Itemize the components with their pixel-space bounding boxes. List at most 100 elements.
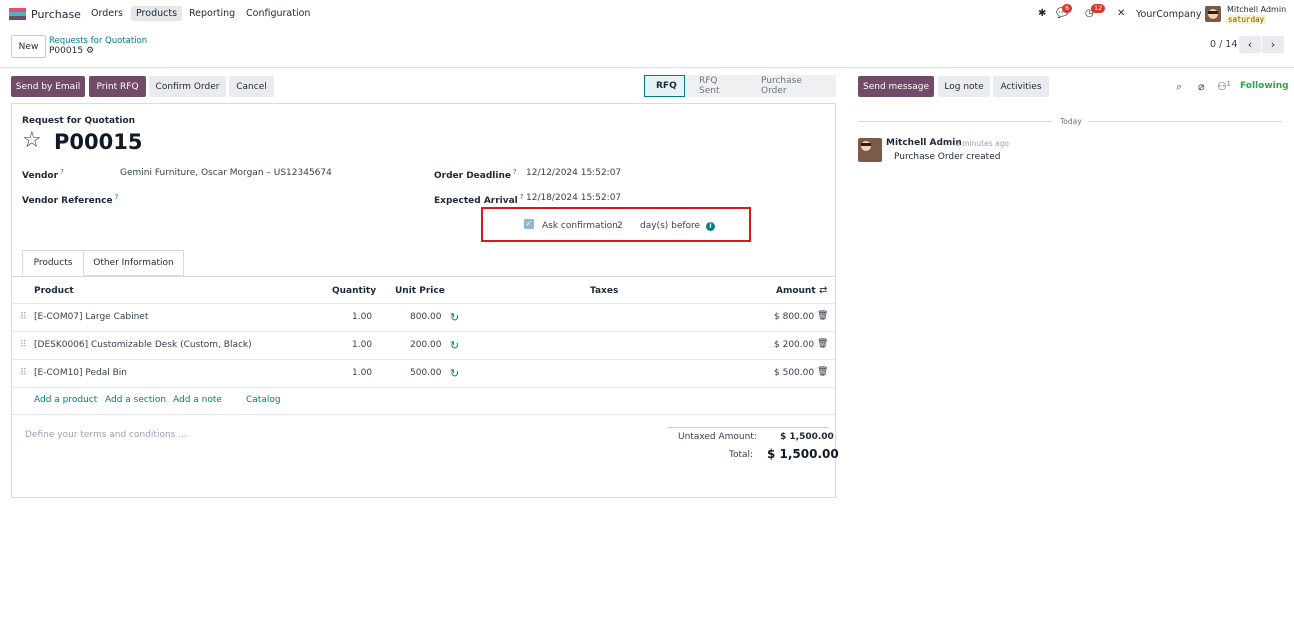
add-note-link[interactable]: Add a note (173, 395, 222, 405)
page-title: P00015 (54, 130, 143, 154)
column-header-product[interactable]: Product (34, 286, 74, 296)
drag-handle-icon[interactable]: ⠿ (20, 340, 27, 350)
message-body: Purchase Order created (894, 152, 1001, 162)
followers-icon[interactable]: ⚇1 (1217, 80, 1231, 93)
send-by-email-button[interactable]: Send by Email (11, 76, 85, 97)
tools-icon[interactable]: ✕ (1117, 8, 1125, 19)
order-deadline-field[interactable]: 12/12/2024 15:52:07 (526, 168, 621, 178)
divider (0, 67, 1294, 68)
stage-rfq-sent[interactable]: RFQ Sent (685, 75, 747, 97)
drag-handle-icon[interactable]: ⠿ (20, 312, 27, 322)
column-header-quantity[interactable]: Quantity (332, 286, 376, 296)
doc-type-label: Request for Quotation (22, 116, 136, 126)
unit-price-cell[interactable]: 200.00 (410, 340, 442, 350)
menu-products[interactable]: Products (131, 6, 183, 21)
paperclip-icon[interactable]: ⌀ (1198, 80, 1205, 93)
total-label: Total: (729, 450, 754, 460)
record-name: P00015 ⚙ (49, 46, 94, 56)
menu-configuration[interactable]: Configuration (241, 6, 315, 21)
followers-count: 1 (1226, 80, 1231, 88)
price-refresh-icon[interactable]: ↻ (450, 339, 459, 352)
user-name[interactable]: Mitchell Admin (1227, 5, 1286, 14)
star-icon[interactable]: ☆ (22, 130, 42, 152)
menu-reporting[interactable]: Reporting (184, 6, 240, 21)
product-cell[interactable]: [E-COM10] Pedal Bin (34, 368, 127, 378)
tab-other-information[interactable]: Other Information (83, 250, 184, 276)
log-note-button[interactable]: Log note (938, 76, 990, 97)
amount-cell: $ 500.00 (774, 368, 815, 378)
app-name[interactable]: Purchase (31, 8, 81, 21)
status-stage-bar: RFQ RFQ Sent Purchase Order (644, 75, 836, 97)
stage-purchase-order[interactable]: Purchase Order (747, 75, 836, 97)
new-button[interactable]: New (11, 35, 46, 58)
following-button[interactable]: Following (1240, 81, 1289, 91)
table-row[interactable]: ⠿ [E-COM07] Large Cabinet 1.00 800.00 ↻ … (12, 303, 835, 331)
gear-icon[interactable]: ⚙ (86, 46, 94, 56)
ask-confirmation-checkbox[interactable]: ✓ (524, 219, 534, 229)
optional-columns-icon[interactable]: ⇄ (819, 285, 827, 296)
messages-badge: 6 (1062, 4, 1073, 13)
confirm-order-button[interactable]: Confirm Order (149, 76, 226, 97)
vendor-reference-label-text: Vendor Reference (22, 196, 113, 206)
menu-orders[interactable]: Orders (86, 6, 128, 21)
table-row[interactable]: ⠿ [DESK0006] Customizable Desk (Custom, … (12, 331, 835, 359)
table-row[interactable]: ⠿ [E-COM10] Pedal Bin 1.00 500.00 ↻ $ 50… (12, 359, 835, 387)
quantity-cell[interactable]: 1.00 (352, 340, 372, 350)
tab-products[interactable]: Products (22, 250, 84, 276)
help-icon[interactable]: ? (513, 168, 517, 176)
trash-icon[interactable]: 🗑 (817, 367, 828, 377)
untaxed-amount-label: Untaxed Amount: (678, 432, 757, 442)
pager-next-button[interactable]: › (1262, 36, 1284, 53)
column-header-taxes[interactable]: Taxes (590, 286, 618, 296)
drag-handle-icon[interactable]: ⠿ (20, 368, 27, 378)
divider (1088, 121, 1282, 122)
unit-price-cell[interactable]: 500.00 (410, 368, 442, 378)
bug-icon[interactable]: ✱ (1038, 8, 1046, 19)
send-message-button[interactable]: Send message (858, 76, 934, 97)
add-product-link[interactable]: Add a product (34, 395, 97, 405)
message-author-avatar[interactable] (858, 138, 882, 162)
user-avatar[interactable] (1205, 6, 1221, 22)
trash-icon[interactable]: 🗑 (817, 339, 828, 349)
amount-cell: $ 200.00 (774, 340, 815, 350)
activities-badge: 12 (1091, 4, 1106, 13)
ask-confirmation-label: Ask confirmation (542, 221, 618, 231)
quantity-cell[interactable]: 1.00 (352, 312, 372, 322)
terms-field[interactable]: Define your terms and conditions ... (25, 430, 187, 440)
help-icon[interactable]: ? (115, 193, 119, 201)
activities-icon[interactable]: ◷ 12 (1085, 4, 1106, 19)
search-icon[interactable]: ⌕ (1176, 80, 1182, 94)
confirmation-days-field[interactable]: 2 (617, 221, 623, 231)
catalog-link[interactable]: Catalog (246, 395, 281, 405)
price-refresh-icon[interactable]: ↻ (450, 311, 459, 324)
stage-rfq[interactable]: RFQ (644, 75, 685, 97)
unit-price-cell[interactable]: 800.00 (410, 312, 442, 322)
column-header-amount[interactable]: Amount (776, 286, 816, 296)
quantity-cell[interactable]: 1.00 (352, 368, 372, 378)
cancel-button[interactable]: Cancel (229, 76, 274, 97)
breadcrumb-rfq[interactable]: Requests for Quotation (49, 36, 147, 46)
chevron-left-icon: ‹ (1247, 38, 1253, 51)
vendor-label-text: Vendor (22, 171, 59, 181)
product-cell[interactable]: [E-COM07] Large Cabinet (34, 312, 148, 322)
pager-previous-button[interactable]: ‹ (1239, 36, 1261, 53)
help-icon[interactable]: ? (520, 193, 524, 201)
days-before-label: day(s) before (640, 221, 701, 231)
product-cell[interactable]: [DESK0006] Customizable Desk (Custom, Bl… (34, 340, 252, 350)
expected-arrival-field[interactable]: 12/18/2024 15:52:07 (526, 193, 621, 203)
today-separator: Today (1060, 117, 1082, 126)
print-rfq-button[interactable]: Print RFQ (89, 76, 146, 97)
app-logo-icon[interactable] (9, 8, 26, 21)
activities-button[interactable]: Activities (993, 76, 1049, 97)
info-icon[interactable]: i (706, 222, 715, 231)
pager-value[interactable]: 0 / 14 (1210, 39, 1237, 50)
price-refresh-icon[interactable]: ↻ (450, 367, 459, 380)
messages-icon[interactable]: 💬 6 (1056, 4, 1073, 19)
add-section-link[interactable]: Add a section (105, 395, 166, 405)
vendor-reference-field[interactable] (120, 193, 410, 205)
vendor-field[interactable]: Gemini Furniture, Oscar Morgan – US12345… (120, 168, 332, 178)
trash-icon[interactable]: 🗑 (817, 311, 828, 321)
column-header-unit-price[interactable]: Unit Price (395, 286, 445, 296)
help-icon[interactable]: ? (60, 168, 64, 176)
company-switcher[interactable]: YourCompany (1136, 9, 1201, 20)
